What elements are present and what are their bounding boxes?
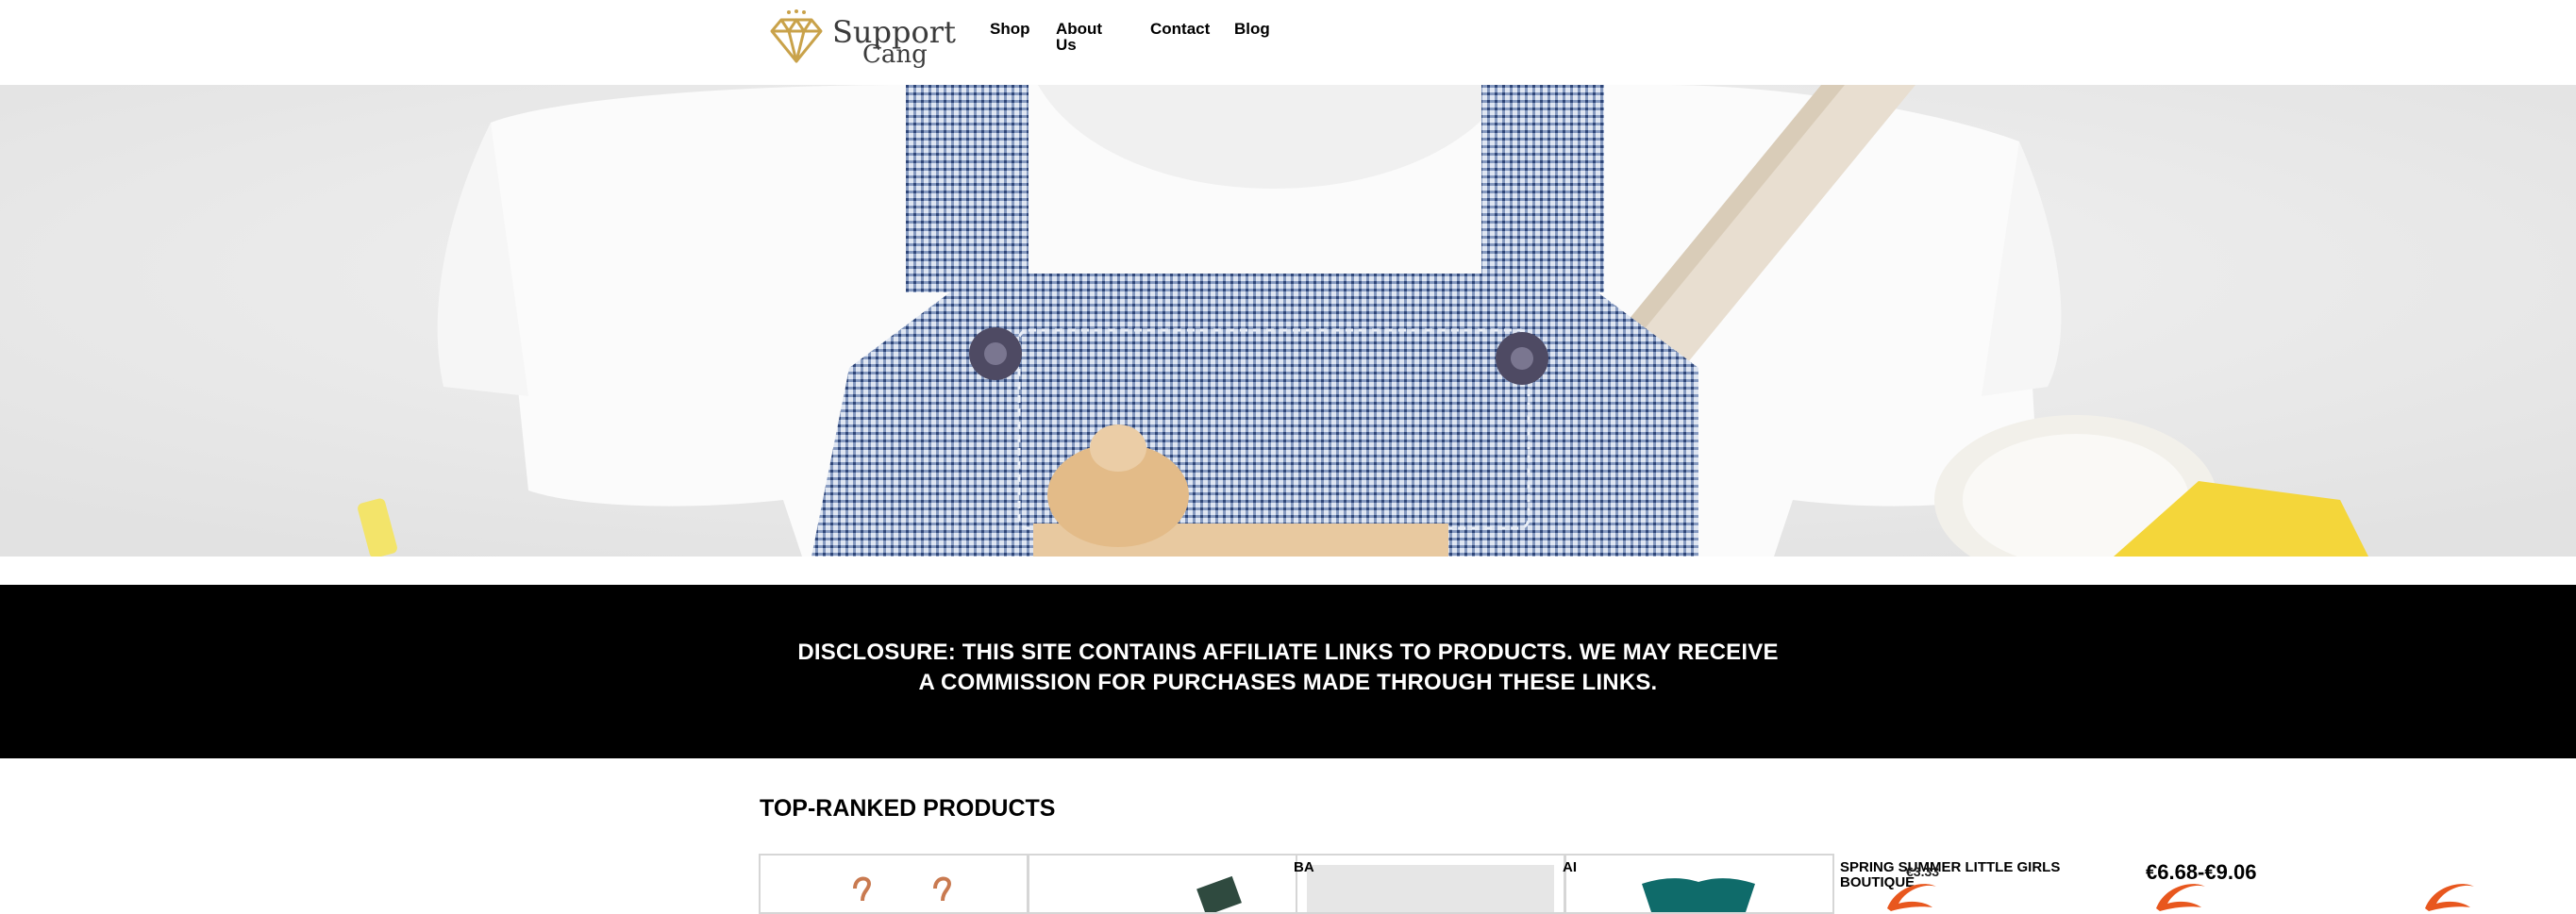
teal-shirt-image xyxy=(1642,878,1755,912)
brand-name: Support Cang xyxy=(832,8,956,69)
product-card-title: BA xyxy=(1294,859,1314,875)
hangers-image xyxy=(853,876,952,902)
brand-name-line2: Cang xyxy=(862,41,928,69)
alibaba-logo-icon[interactable] xyxy=(2147,875,2213,913)
site-header: Support Cang Shop About Us Contact Blog xyxy=(0,0,2576,85)
product-card[interactable] xyxy=(759,854,1029,914)
gray-fabric-image xyxy=(1307,865,1554,912)
product-card[interactable] xyxy=(1296,854,1565,914)
hero-banner xyxy=(0,85,2576,557)
section-title: TOP-RANKED PRODUCTS xyxy=(760,795,1056,822)
book-image xyxy=(1196,875,1242,912)
alibaba-logo-icon[interactable] xyxy=(1878,875,1944,913)
product-card[interactable] xyxy=(1564,854,1834,914)
baby-overalls-photo xyxy=(0,85,2576,557)
product-card-title: AI xyxy=(1563,859,1577,875)
site-logo[interactable]: Support Cang xyxy=(766,8,956,70)
nav-blog[interactable]: Blog xyxy=(1234,21,1270,37)
disclosure-text: DISCLOSURE: THIS SITE CONTAINS AFFILIATE… xyxy=(797,640,1779,695)
disclosure-banner: DISCLOSURE: THIS SITE CONTAINS AFFILIATE… xyxy=(0,585,2576,758)
product-card[interactable] xyxy=(1028,854,1297,914)
nav-about-us[interactable]: About Us xyxy=(1056,21,1112,53)
nav-shop[interactable]: Shop xyxy=(990,21,1030,37)
alibaba-logo-icon[interactable] xyxy=(2416,875,2482,913)
nav-contact[interactable]: Contact xyxy=(1150,21,1210,37)
diamond-logo-icon xyxy=(770,9,823,63)
